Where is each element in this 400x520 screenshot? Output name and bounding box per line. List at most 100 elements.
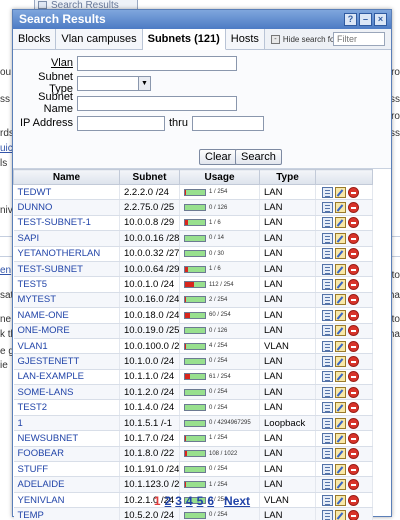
list-icon[interactable] — [322, 509, 333, 520]
edit-icon[interactable] — [335, 432, 346, 444]
delete-icon[interactable] — [348, 402, 359, 414]
tab-vlan-campuses[interactable]: Vlan campuses — [56, 29, 143, 49]
edit-icon[interactable] — [335, 325, 346, 337]
table-row[interactable]: 1 10.1.5.1 /-1 0 / 4294967295 Loopback — [13, 415, 373, 432]
subnet-name-link[interactable]: GJESTENETT — [13, 353, 120, 370]
list-icon[interactable] — [322, 386, 333, 398]
subnet-name-link[interactable]: SAPI — [13, 230, 120, 247]
delete-icon[interactable] — [348, 386, 359, 398]
edit-icon[interactable] — [335, 386, 346, 398]
table-row[interactable]: NAME-ONE 10.0.18.0 /24 60 / 254 LAN — [13, 307, 373, 324]
table-row[interactable]: ONE-MORE 10.0.19.0 /25 0 / 126 LAN — [13, 323, 373, 339]
subnet-name-link[interactable]: DUNNO — [13, 199, 120, 216]
edit-icon[interactable] — [335, 479, 346, 491]
subnet-type-select[interactable]: ▼ — [77, 75, 151, 91]
delete-icon[interactable] — [348, 432, 359, 444]
list-icon[interactable] — [322, 325, 333, 337]
edit-icon[interactable] — [335, 202, 346, 214]
table-row[interactable]: TEST5 10.0.1.0 /24 112 / 254 LAN — [13, 276, 373, 293]
column-header-type[interactable]: Type — [259, 169, 316, 185]
list-icon[interactable] — [322, 232, 333, 244]
subnet-name-link[interactable]: 1 — [13, 415, 120, 432]
list-icon[interactable] — [322, 355, 333, 367]
subnet-name-link[interactable]: TEST5 — [13, 276, 120, 293]
table-row[interactable]: TEST-SUBNET-1 10.0.0.8 /29 1 / 6 LAN — [13, 215, 373, 232]
edit-icon[interactable] — [335, 279, 346, 291]
list-icon[interactable] — [322, 309, 333, 321]
edit-icon[interactable] — [335, 417, 346, 429]
table-row[interactable]: DUNNO 2.2.75.0 /25 0 / 126 LAN — [13, 199, 373, 216]
delete-icon[interactable] — [348, 371, 359, 383]
edit-icon[interactable] — [335, 463, 346, 475]
minimize-button[interactable]: – — [359, 13, 372, 26]
subnet-name-link[interactable]: NEWSUBNET — [13, 430, 120, 447]
delete-icon[interactable] — [348, 186, 359, 198]
table-row[interactable]: GJESTENETT 10.1.0.0 /24 0 / 254 LAN — [13, 353, 373, 370]
subnet-name-link[interactable]: VLAN1 — [13, 338, 120, 355]
table-row[interactable]: TEMP 10.5.2.0 /24 0 / 254 LAN — [13, 507, 373, 520]
edit-icon[interactable] — [335, 448, 346, 460]
page-link-2[interactable]: 2 — [165, 494, 172, 508]
dialog-titlebar[interactable]: Search Results ? – × — [13, 10, 391, 29]
ip-address-to-input[interactable] — [191, 115, 264, 131]
table-row[interactable]: STUFF 10.1.91.0 /24 0 / 254 LAN — [13, 461, 373, 478]
table-row[interactable]: FOOBEAR 10.1.8.0 /22 108 / 1022 LAN — [13, 446, 373, 463]
delete-icon[interactable] — [348, 325, 359, 337]
list-icon[interactable] — [322, 217, 333, 229]
table-row[interactable]: TEST2 10.1.4.0 /24 0 / 254 LAN — [13, 399, 373, 416]
page-link-1[interactable]: 1 — [154, 494, 161, 508]
edit-icon[interactable] — [335, 355, 346, 367]
edit-icon[interactable] — [335, 340, 346, 352]
subnet-name-link[interactable]: TEDWT — [13, 184, 120, 201]
page-link-6[interactable]: 6 — [207, 494, 214, 508]
page-link-3[interactable]: 3 — [175, 494, 182, 508]
subnet-name-link[interactable]: ADELAIDE — [13, 476, 120, 493]
list-icon[interactable] — [322, 448, 333, 460]
table-row[interactable]: LAN-EXAMPLE 10.1.1.0 /24 61 / 254 LAN — [13, 369, 373, 386]
search-button[interactable]: Search — [235, 149, 282, 165]
delete-icon[interactable] — [348, 202, 359, 214]
list-icon[interactable] — [322, 294, 333, 306]
table-row[interactable]: NEWSUBNET 10.1.7.0 /24 1 / 254 LAN — [13, 430, 373, 447]
subnet-name-link[interactable]: FOOBEAR — [13, 446, 120, 463]
delete-icon[interactable] — [348, 463, 359, 475]
tab-subnets[interactable]: Subnets (121) — [142, 29, 226, 50]
list-icon[interactable] — [322, 463, 333, 475]
delete-icon[interactable] — [348, 448, 359, 460]
subnet-name-link[interactable]: LAN-EXAMPLE — [13, 369, 120, 386]
column-header-name[interactable]: Name — [13, 169, 120, 185]
subnet-name-link[interactable]: ONE-MORE — [13, 323, 120, 339]
delete-icon[interactable] — [348, 479, 359, 491]
delete-icon[interactable] — [348, 417, 359, 429]
list-icon[interactable] — [322, 279, 333, 291]
table-row[interactable]: TEDWT 2.2.2.0 /24 1 / 254 LAN — [13, 184, 373, 201]
table-row[interactable]: TEST-SUBNET 10.0.0.64 /29 1 / 6 LAN — [13, 261, 373, 278]
delete-icon[interactable] — [348, 340, 359, 352]
table-row[interactable]: ADELAIDE 10.1.123.0 /24 1 / 254 LAN — [13, 476, 373, 493]
subnet-name-link[interactable]: TEST-SUBNET — [13, 261, 120, 278]
table-row[interactable]: SAPI 10.0.0.16 /28 0 / 14 LAN — [13, 230, 373, 247]
column-header-usage[interactable]: Usage — [179, 169, 260, 185]
subnet-name-link[interactable]: TEST-SUBNET-1 — [13, 215, 120, 232]
delete-icon[interactable] — [348, 248, 359, 260]
table-row[interactable]: SOME-LANS 10.1.2.0 /24 0 / 254 LAN — [13, 384, 373, 401]
edit-icon[interactable] — [335, 248, 346, 260]
delete-icon[interactable] — [348, 294, 359, 306]
delete-icon[interactable] — [348, 509, 359, 520]
list-icon[interactable] — [322, 263, 333, 275]
edit-icon[interactable] — [335, 263, 346, 275]
edit-icon[interactable] — [335, 232, 346, 244]
subnet-name-link[interactable]: MYTEST — [13, 292, 120, 309]
delete-icon[interactable] — [348, 355, 359, 367]
hide-search-form-link[interactable]: - Hide search form — [265, 29, 344, 49]
delete-icon[interactable] — [348, 309, 359, 321]
list-icon[interactable] — [322, 340, 333, 352]
list-icon[interactable] — [322, 186, 333, 198]
delete-icon[interactable] — [348, 217, 359, 229]
table-row[interactable]: VLAN1 10.0.100.0 /24 4 / 254 VLAN — [13, 338, 373, 355]
list-icon[interactable] — [322, 417, 333, 429]
list-icon[interactable] — [322, 432, 333, 444]
subnet-name-input[interactable] — [77, 95, 237, 111]
subnet-name-link[interactable]: TEST2 — [13, 399, 120, 416]
help-button[interactable]: ? — [344, 13, 357, 26]
